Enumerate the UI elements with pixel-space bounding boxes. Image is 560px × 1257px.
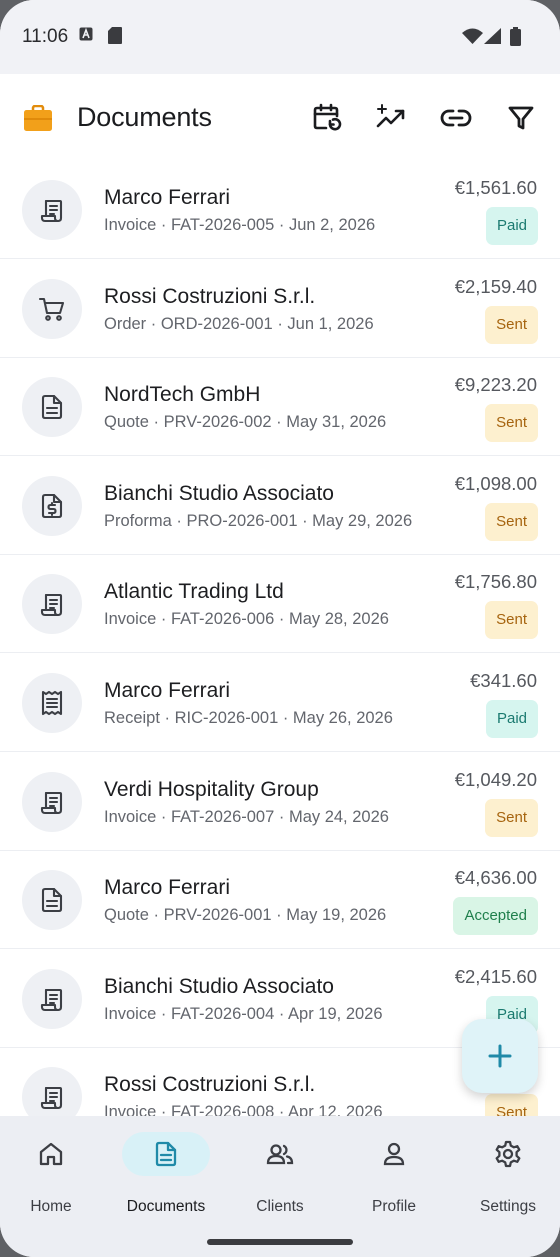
document-row[interactable]: Marco Ferrari Invoice · FAT-2026-005 · J… <box>0 160 560 259</box>
status-time: 11:06 <box>22 26 69 47</box>
people-icon <box>236 1132 324 1176</box>
invoice-icon <box>22 574 82 635</box>
status-badge: Paid <box>485 207 538 245</box>
client-name: Marco Ferrari <box>104 876 231 900</box>
cart-icon <box>22 278 82 339</box>
link-button[interactable] <box>438 100 474 136</box>
status-badge: Sent <box>485 404 538 443</box>
document-amount: €1,756.80 <box>454 571 537 593</box>
document-amount: €1,098.00 <box>454 472 537 494</box>
document-meta: Invoice · FAT-2026-005 · Jun 2, 2026 <box>104 216 376 234</box>
home-indicator <box>207 1239 353 1245</box>
status-bar: 11:06 <box>0 0 560 74</box>
battery-icon <box>510 27 521 51</box>
nav-label: Settings <box>479 1198 536 1215</box>
documents-list: Marco Ferrari Invoice · FAT-2026-005 · J… <box>0 160 560 1116</box>
status-badge: Sent <box>485 601 538 640</box>
gear-icon <box>464 1132 552 1176</box>
status-badge: Paid <box>485 700 538 738</box>
filter-icon <box>508 106 534 130</box>
document-amount: €4,636.00 <box>454 867 537 889</box>
document-meta: Quote · PRV-2026-002 · May 31, 2026 <box>104 413 387 432</box>
status-badge: Sent <box>485 502 538 541</box>
invoice-icon <box>22 771 82 832</box>
document-meta: Invoice · FAT-2026-006 · May 28, 2026 <box>104 610 389 629</box>
page-title: Documents <box>77 102 212 132</box>
client-name: Marco Ferrari <box>104 679 231 702</box>
document-icon <box>122 1132 210 1176</box>
status-badge: Sent <box>485 1094 538 1116</box>
proforma-icon <box>22 475 82 536</box>
wifi-icon <box>462 28 483 49</box>
signal-icon <box>484 28 501 49</box>
app-bar: Documents <box>0 74 560 164</box>
document-row[interactable]: Rossi Costruzioni S.r.l. Order · ORD-202… <box>0 259 560 358</box>
status-badge: Sent <box>485 798 538 837</box>
calendar-history-icon <box>313 103 342 131</box>
document-amount: €341.60 <box>470 670 537 691</box>
filter-button[interactable] <box>503 100 539 136</box>
document-meta: Proforma · PRO-2026-001 · May 29, 2026 <box>104 511 413 530</box>
client-name: Rossi Costruzioni S.r.l. <box>104 1073 316 1097</box>
text-notification-icon <box>79 27 93 46</box>
status-badge: Sent <box>485 305 538 344</box>
document-meta: Quote · PRV-2026-001 · May 19, 2026 <box>104 906 387 925</box>
nav-home[interactable]: Home <box>0 1132 107 1222</box>
document-meta: Invoice · FAT-2026-004 · Apr 19, 2026 <box>104 1004 383 1023</box>
status-badge: Accepted <box>453 897 538 936</box>
nav-label: Home <box>30 1198 72 1215</box>
ai-insights-button[interactable] <box>373 100 409 136</box>
document-row[interactable]: Atlantic Trading Ltd Invoice · FAT-2026-… <box>0 554 560 654</box>
client-name: Bianchi Studio Associato <box>104 481 334 505</box>
sparkle-trend-icon <box>376 104 405 128</box>
nav-label: Documents <box>126 1198 206 1215</box>
add-document-button[interactable] <box>462 1019 538 1093</box>
nav-profile[interactable]: Profile <box>338 1132 450 1222</box>
document-row[interactable]: Verdi Hospitality Group Invoice · FAT-20… <box>0 752 560 851</box>
sd-card-icon <box>108 27 122 49</box>
document-meta: Invoice · FAT-2026-008 · Apr 12, 2026 <box>104 1103 383 1116</box>
nav-label: Profile <box>372 1198 416 1215</box>
phone-screen: 11:06 Documents Marco Ferrari Invoice · … <box>0 0 560 1257</box>
client-name: Bianchi Studio Associato <box>104 974 334 998</box>
document-meta: Invoice · FAT-2026-007 · May 24, 2026 <box>104 807 389 826</box>
document-amount: €9,223.20 <box>454 374 537 396</box>
document-row[interactable]: NordTech GmbH Quote · PRV-2026-002 · May… <box>0 357 560 457</box>
document-row[interactable]: Bianchi Studio Associato Proforma · PRO-… <box>0 456 560 555</box>
link-icon <box>440 109 472 127</box>
bottom-navigation: Home Documents Clients Profile Settings <box>0 1116 560 1257</box>
document-amount: €2,415.60 <box>454 965 537 987</box>
person-icon <box>350 1132 438 1176</box>
calendar-history-button[interactable] <box>309 100 345 136</box>
document-meta: Order · ORD-2026-001 · Jun 1, 2026 <box>104 314 374 333</box>
plus-icon <box>488 1044 512 1068</box>
invoice-icon <box>22 180 82 240</box>
client-name: NordTech GmbH <box>104 383 261 407</box>
document-icon <box>22 377 82 438</box>
home-icon <box>7 1132 95 1176</box>
document-meta: Receipt · RIC-2026-001 · May 26, 2026 <box>104 709 393 727</box>
client-name: Atlantic Trading Ltd <box>104 580 284 604</box>
document-icon <box>22 870 82 931</box>
document-amount: €1,049.20 <box>454 768 537 790</box>
nav-documents[interactable]: Documents <box>110 1132 222 1222</box>
invoice-icon <box>22 968 82 1029</box>
document-row[interactable]: Marco Ferrari Quote · PRV-2026-001 · May… <box>0 850 560 950</box>
client-name: Marco Ferrari <box>104 186 231 209</box>
document-amount: €2,159.40 <box>454 275 537 297</box>
document-row[interactable]: Marco Ferrari Receipt · RIC-2026-001 · M… <box>0 653 560 752</box>
client-name: Rossi Costruzioni S.r.l. <box>104 284 316 308</box>
invoice-icon <box>22 1067 82 1116</box>
client-name: Verdi Hospitality Group <box>104 777 319 801</box>
briefcase-logo-icon <box>24 104 52 136</box>
receipt-icon <box>22 673 82 733</box>
nav-clients[interactable]: Clients <box>224 1132 336 1222</box>
nav-settings[interactable]: Settings <box>452 1132 560 1222</box>
document-amount: €1,561.60 <box>454 177 537 198</box>
nav-label: Clients <box>256 1198 304 1215</box>
